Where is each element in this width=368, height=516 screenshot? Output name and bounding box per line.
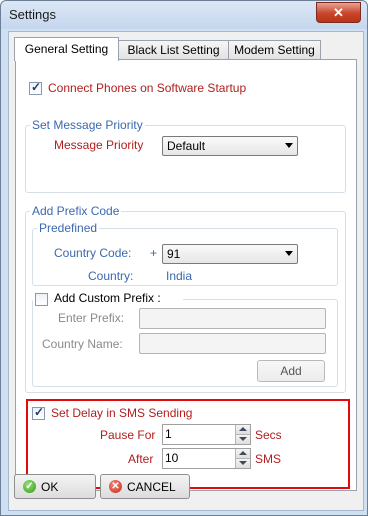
chevron-down-icon xyxy=(285,143,293,148)
country-name-input[interactable] xyxy=(139,333,326,354)
add-custom-prefix-label: Add Custom Prefix : xyxy=(54,291,161,305)
message-priority-select[interactable]: Default xyxy=(162,136,298,156)
dialog-client-area: General Setting Black List Setting Modem… xyxy=(8,31,364,511)
tab-black-list-setting[interactable]: Black List Setting xyxy=(118,40,229,60)
message-priority-label: Message Priority xyxy=(54,138,144,152)
spin-up-icon[interactable] xyxy=(235,425,250,435)
pause-unit: Secs xyxy=(255,428,282,442)
country-code-label: Country Code: xyxy=(54,246,132,260)
after-label: After xyxy=(128,452,154,466)
window-title: Settings xyxy=(9,7,56,22)
cancel-label: CANCEL xyxy=(127,480,176,494)
country-code-select[interactable]: 91 xyxy=(162,244,298,264)
after-spinner[interactable]: 10 xyxy=(162,448,251,469)
ok-button[interactable]: ✓ OK xyxy=(14,474,96,499)
country-label: Country: xyxy=(88,269,134,283)
chevron-down-icon xyxy=(285,251,293,256)
settings-window: Settings ✕ General Setting Black List Se… xyxy=(0,0,368,516)
check-circle-icon: ✓ xyxy=(23,480,36,493)
add-custom-prefix-checkbox[interactable] xyxy=(35,293,48,306)
prefix-code-legend: Add Prefix Code xyxy=(30,204,122,218)
pause-for-spinner[interactable]: 1 xyxy=(162,424,251,445)
ok-label: OK xyxy=(41,480,59,494)
message-priority-value: Default xyxy=(167,139,206,153)
predefined-legend: Predefined xyxy=(37,221,100,235)
country-name-label: Country Name: xyxy=(42,337,123,351)
after-value: 10 xyxy=(165,451,179,465)
add-prefix-button[interactable]: Add xyxy=(257,360,325,382)
check-mark-icon: ✓ xyxy=(31,80,42,94)
enter-prefix-label: Enter Prefix: xyxy=(58,311,125,325)
country-value: India xyxy=(166,269,193,283)
spin-down-icon[interactable] xyxy=(235,459,250,468)
after-unit: SMS xyxy=(255,452,282,466)
connect-phones-label: Connect Phones on Software Startup xyxy=(48,81,247,95)
general-setting-panel: ✓ Connect Phones on Software Startup Set… xyxy=(15,59,357,491)
title-bar[interactable]: Settings ✕ xyxy=(1,1,367,29)
country-code-value: 91 xyxy=(167,247,181,261)
enter-prefix-input[interactable] xyxy=(139,308,326,329)
tab-general-setting[interactable]: General Setting xyxy=(14,37,119,61)
connect-phones-checkbox[interactable]: ✓ xyxy=(29,80,42,95)
pause-for-label: Pause For xyxy=(100,428,156,442)
message-priority-legend: Set Message Priority xyxy=(30,118,145,132)
plus-sign: + xyxy=(150,246,158,260)
x-circle-icon: ✕ xyxy=(109,480,122,493)
set-delay-label: Set Delay in SMS Sending xyxy=(51,406,193,420)
spin-down-icon[interactable] xyxy=(235,435,250,444)
cancel-button[interactable]: ✕ CANCEL xyxy=(100,474,190,499)
set-delay-checkbox[interactable]: ✓ xyxy=(32,405,45,420)
close-button[interactable]: ✕ xyxy=(316,2,361,23)
pause-for-value: 1 xyxy=(165,427,172,441)
check-mark-icon: ✓ xyxy=(34,405,45,419)
spin-up-icon[interactable] xyxy=(235,449,250,459)
tab-modem-setting[interactable]: Modem Setting xyxy=(228,40,321,60)
